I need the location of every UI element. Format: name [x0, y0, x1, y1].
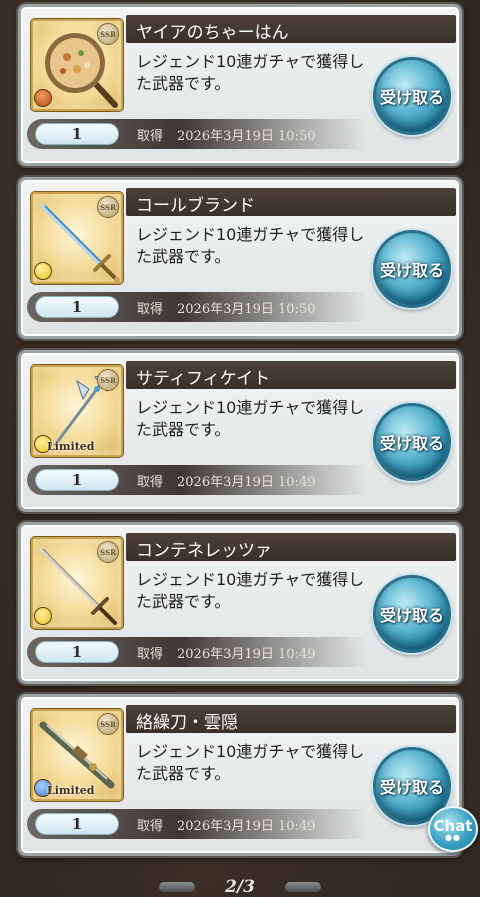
- present-item: SSR コンテネレッツァ レジェンド10連ガチャで獲得した武器です。 1 取得 …: [18, 522, 462, 684]
- limited-label: Limited: [47, 440, 95, 453]
- weapon-thumbnail: SSR Limited: [31, 365, 123, 457]
- acquired-label: 取得: [137, 647, 164, 662]
- page-indicator: 2/3: [225, 877, 255, 897]
- present-item: SSR Limited 絡繰刀・雲隠 レジェンド10連ガチャで獲得した武器です。…: [18, 694, 462, 856]
- weapon-thumbnail: SSR: [31, 537, 123, 629]
- acquired-label: 取得: [137, 475, 164, 490]
- weapon-thumbnail: SSR Limited: [31, 709, 123, 801]
- acquired-date: 2026年3月19日 10:50: [177, 129, 316, 144]
- acquired-date: 2026年3月19日 10:49: [177, 647, 316, 662]
- item-description: レジェンド10連ガチャで獲得した武器です。: [136, 52, 365, 93]
- acquired-date: 2026年3月19日 10:50: [177, 302, 316, 317]
- rarity-badge: SSR: [97, 196, 119, 218]
- rarity-badge: SSR: [97, 23, 119, 45]
- item-info-bar: 1 取得 2026年3月19日 10:49: [27, 637, 367, 667]
- present-item: SSR ヤイアのちゃーはん レジェンド10連ガチャで獲得した武器です。 1 取得…: [18, 4, 462, 166]
- chat-dots-icon: ●●: [445, 833, 461, 842]
- element-light-icon: [34, 607, 52, 625]
- present-item: SSR コールブランド レジェンド10連ガチャで獲得した武器です。 1 取得 2…: [18, 177, 462, 339]
- acquired-label: 取得: [137, 129, 164, 144]
- rarity-badge: SSR: [97, 541, 119, 563]
- element-light-icon: [34, 262, 52, 280]
- item-info-bar: 1 取得 2026年3月19日 10:50: [27, 292, 367, 322]
- present-item: SSR Limited サティフィケイト レジェンド10連ガチャで獲得した武器で…: [18, 350, 462, 512]
- item-name: 絡繰刀・雲隠: [136, 713, 238, 733]
- rarity-badge: SSR: [97, 369, 119, 391]
- weapon-thumbnail: SSR: [31, 192, 123, 284]
- item-name: コールブランド: [136, 196, 255, 216]
- receive-button[interactable]: 受け取る: [373, 575, 451, 653]
- item-quantity: 1: [35, 813, 119, 835]
- receive-button[interactable]: 受け取る: [373, 57, 451, 135]
- next-page-arrow-icon[interactable]: [284, 882, 321, 892]
- item-name: サティフィケイト: [136, 369, 271, 389]
- item-info-bar: 1 取得 2026年3月19日 10:50: [27, 119, 367, 149]
- item-quantity: 1: [35, 296, 119, 318]
- weapon-thumbnail: SSR: [31, 19, 123, 111]
- element-fire-icon: [34, 89, 52, 107]
- item-description: レジェンド10連ガチャで獲得した武器です。: [136, 398, 365, 439]
- item-quantity: 1: [35, 641, 119, 663]
- item-name: コンテネレッツァ: [136, 541, 272, 561]
- acquired-label: 取得: [137, 302, 164, 317]
- item-info-bar: 1 取得 2026年3月19日 10:49: [27, 809, 367, 839]
- receive-button[interactable]: 受け取る: [373, 230, 451, 308]
- item-title-bar: コールブランド: [126, 188, 456, 216]
- chat-button[interactable]: Chat ●●: [428, 806, 478, 852]
- item-title-bar: ヤイアのちゃーはん: [126, 15, 456, 43]
- item-title-bar: サティフィケイト: [126, 361, 456, 389]
- item-info-bar: 1 取得 2026年3月19日 10:49: [27, 465, 367, 495]
- acquired-label: 取得: [137, 819, 164, 834]
- rarity-badge: SSR: [97, 713, 119, 735]
- item-quantity: 1: [35, 469, 119, 491]
- item-description: レジェンド10連ガチャで獲得した武器です。: [136, 225, 365, 266]
- pagination: 2/3: [0, 877, 480, 897]
- item-quantity: 1: [35, 123, 119, 145]
- item-title-bar: 絡繰刀・雲隠: [126, 705, 456, 733]
- item-description: レジェンド10連ガチャで獲得した武器です。: [136, 570, 365, 611]
- item-title-bar: コンテネレッツァ: [126, 533, 456, 561]
- receive-button[interactable]: 受け取る: [373, 403, 451, 481]
- item-name: ヤイアのちゃーはん: [136, 23, 289, 43]
- acquired-date: 2026年3月19日 10:49: [177, 475, 316, 490]
- prev-page-arrow-icon[interactable]: [159, 882, 196, 892]
- limited-label: Limited: [47, 784, 95, 797]
- item-description: レジェンド10連ガチャで獲得した武器です。: [136, 742, 365, 783]
- acquired-date: 2026年3月19日 10:49: [177, 819, 316, 834]
